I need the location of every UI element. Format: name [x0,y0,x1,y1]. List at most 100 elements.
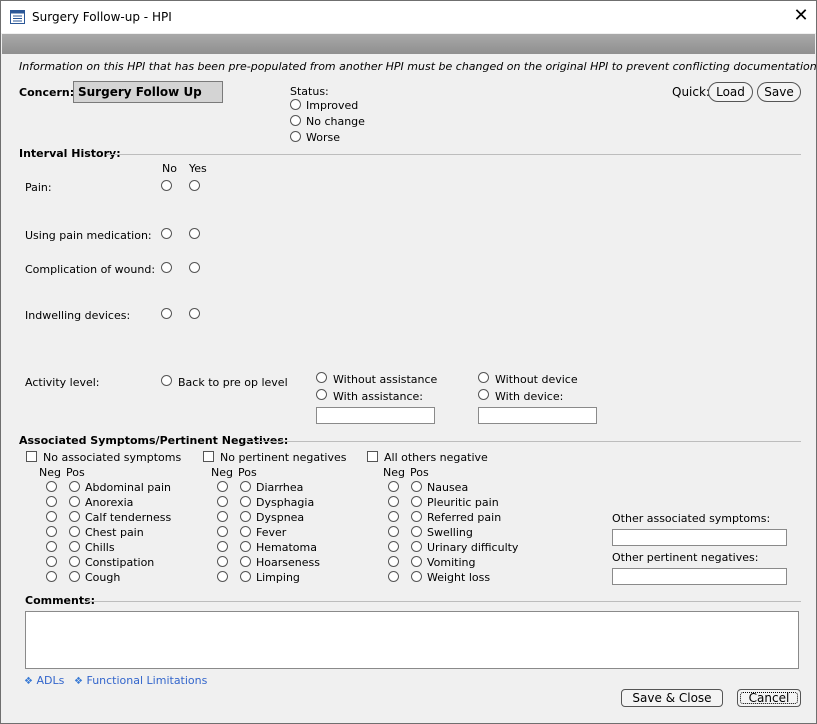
pain-medication-no-radio[interactable] [161,228,172,239]
vomiting-pos-radio[interactable] [411,556,422,567]
hoarseness-pos-radio[interactable] [240,556,251,567]
with-device-input[interactable] [478,407,597,424]
chills-label: Chills [85,541,115,554]
hematoma-pos-radio[interactable] [240,541,251,552]
urinary-difficulty-pos-radio[interactable] [411,541,422,552]
swelling-pos-radio[interactable] [411,526,422,537]
pos-header: Pos [66,466,85,479]
hoarseness-neg-radio[interactable] [217,556,228,567]
vomiting-neg-radio[interactable] [388,556,399,567]
chest-pain-neg-radio[interactable] [46,526,57,537]
status-worse-radio[interactable] [290,131,301,142]
link-bullet-icon: ❖ [74,676,83,687]
dysphagia-neg-radio[interactable] [217,496,228,507]
no-associated-symptoms-checkbox[interactable] [26,451,37,462]
referred-pain-label: Referred pain [427,511,502,524]
constipation-neg-radio[interactable] [46,556,57,567]
calf-tenderness-neg-radio[interactable] [46,511,57,522]
pleuritic-pain-pos-radio[interactable] [411,496,422,507]
fever-pos-radio[interactable] [240,526,251,537]
indwelling-devices-yes-radio[interactable] [189,308,200,319]
chest-pain-pos-radio[interactable] [69,526,80,537]
constipation-pos-radio[interactable] [69,556,80,567]
weight-loss-neg-radio[interactable] [388,571,399,582]
all-others-negative-checkbox[interactable] [367,451,378,462]
pain-yes-radio[interactable] [189,180,200,191]
indwelling-devices-label: Indwelling devices: [25,309,131,322]
wound-complication-yes-radio[interactable] [189,262,200,273]
indwelling-devices-no-radio[interactable] [161,308,172,319]
cough-pos-radio[interactable] [69,571,80,582]
anorexia-pos-radio[interactable] [69,496,80,507]
cough-neg-radio[interactable] [46,571,57,582]
fever-label: Fever [256,526,287,539]
no-pertinent-negatives-checkbox[interactable] [203,451,214,462]
with-assistance-label: With assistance: [333,390,424,403]
referred-pain-neg-radio[interactable] [388,511,399,522]
nausea-pos-radio[interactable] [411,481,422,492]
fever-neg-radio[interactable] [217,526,228,537]
no-pertinent-negatives-label: No pertinent negatives [220,451,347,464]
swelling-neg-radio[interactable] [388,526,399,537]
window-title: Surgery Follow-up - HPI [32,10,172,24]
nausea-neg-radio[interactable] [388,481,399,492]
functional-limitations-link[interactable]: ❖ Functional Limitations [74,674,207,687]
focus-ring [740,692,798,704]
quick-load-button[interactable]: Load [708,82,753,102]
calf-tenderness-label: Calf tenderness [85,511,172,524]
limping-neg-radio[interactable] [217,571,228,582]
pleuritic-pain-neg-radio[interactable] [388,496,399,507]
close-button[interactable]: ✕ [786,1,816,33]
other-assoc-input[interactable] [612,529,787,546]
pain-medication-yes-radio[interactable] [189,228,200,239]
without-device-radio[interactable] [478,372,489,383]
all-others-negative-label: All others negative [384,451,488,464]
no-associated-symptoms-label: No associated symptoms [43,451,182,464]
info-text: Information on this HPI that has been pr… [19,60,817,73]
weight-loss-pos-radio[interactable] [411,571,422,582]
close-icon: ✕ [793,5,809,26]
comments-textarea[interactable] [25,611,799,669]
hoarseness-label: Hoarseness [256,556,320,569]
abdominal-pain-neg-radio[interactable] [46,481,57,492]
diarrhea-neg-radio[interactable] [217,481,228,492]
anorexia-neg-radio[interactable] [46,496,57,507]
pain-no-radio[interactable] [161,180,172,191]
pleuritic-pain-label: Pleuritic pain [427,496,499,509]
abdominal-pain-pos-radio[interactable] [69,481,80,492]
other-neg-input[interactable] [612,568,787,585]
referred-pain-pos-radio[interactable] [411,511,422,522]
save-and-close-button[interactable]: Save & Close [621,689,723,707]
status-no-change-radio[interactable] [290,115,301,126]
limping-pos-radio[interactable] [240,571,251,582]
chills-pos-radio[interactable] [69,541,80,552]
adls-link-label: ADLs [36,674,65,687]
chills-neg-radio[interactable] [46,541,57,552]
back-to-preop-radio[interactable] [161,375,172,386]
status-improved-radio[interactable] [290,99,301,110]
without-assistance-radio[interactable] [316,372,327,383]
dyspnea-pos-radio[interactable] [240,511,251,522]
other-assoc-label: Other associated symptoms: [612,512,771,525]
dysphagia-pos-radio[interactable] [240,496,251,507]
with-assistance-input[interactable] [316,407,435,424]
with-assistance-radio[interactable] [316,389,327,400]
with-device-radio[interactable] [478,389,489,400]
form-icon [10,10,25,24]
pos-header: Pos [410,466,429,479]
pain-medication-label: Using pain medication: [25,229,152,242]
wound-complication-label: Complication of wound: [25,263,156,276]
diarrhea-pos-radio[interactable] [240,481,251,492]
quick-save-button[interactable]: Save [757,82,801,102]
swelling-label: Swelling [427,526,473,539]
cancel-button[interactable]: Cancel [737,689,801,707]
col-no-label: No [162,162,177,175]
back-to-preop-label: Back to pre op level [178,376,288,389]
adls-link[interactable]: ❖ ADLs [24,674,64,687]
hematoma-neg-radio[interactable] [217,541,228,552]
toolbar-band [2,34,815,54]
urinary-difficulty-neg-radio[interactable] [388,541,399,552]
wound-complication-no-radio[interactable] [161,262,172,273]
dyspnea-neg-radio[interactable] [217,511,228,522]
calf-tenderness-pos-radio[interactable] [69,511,80,522]
